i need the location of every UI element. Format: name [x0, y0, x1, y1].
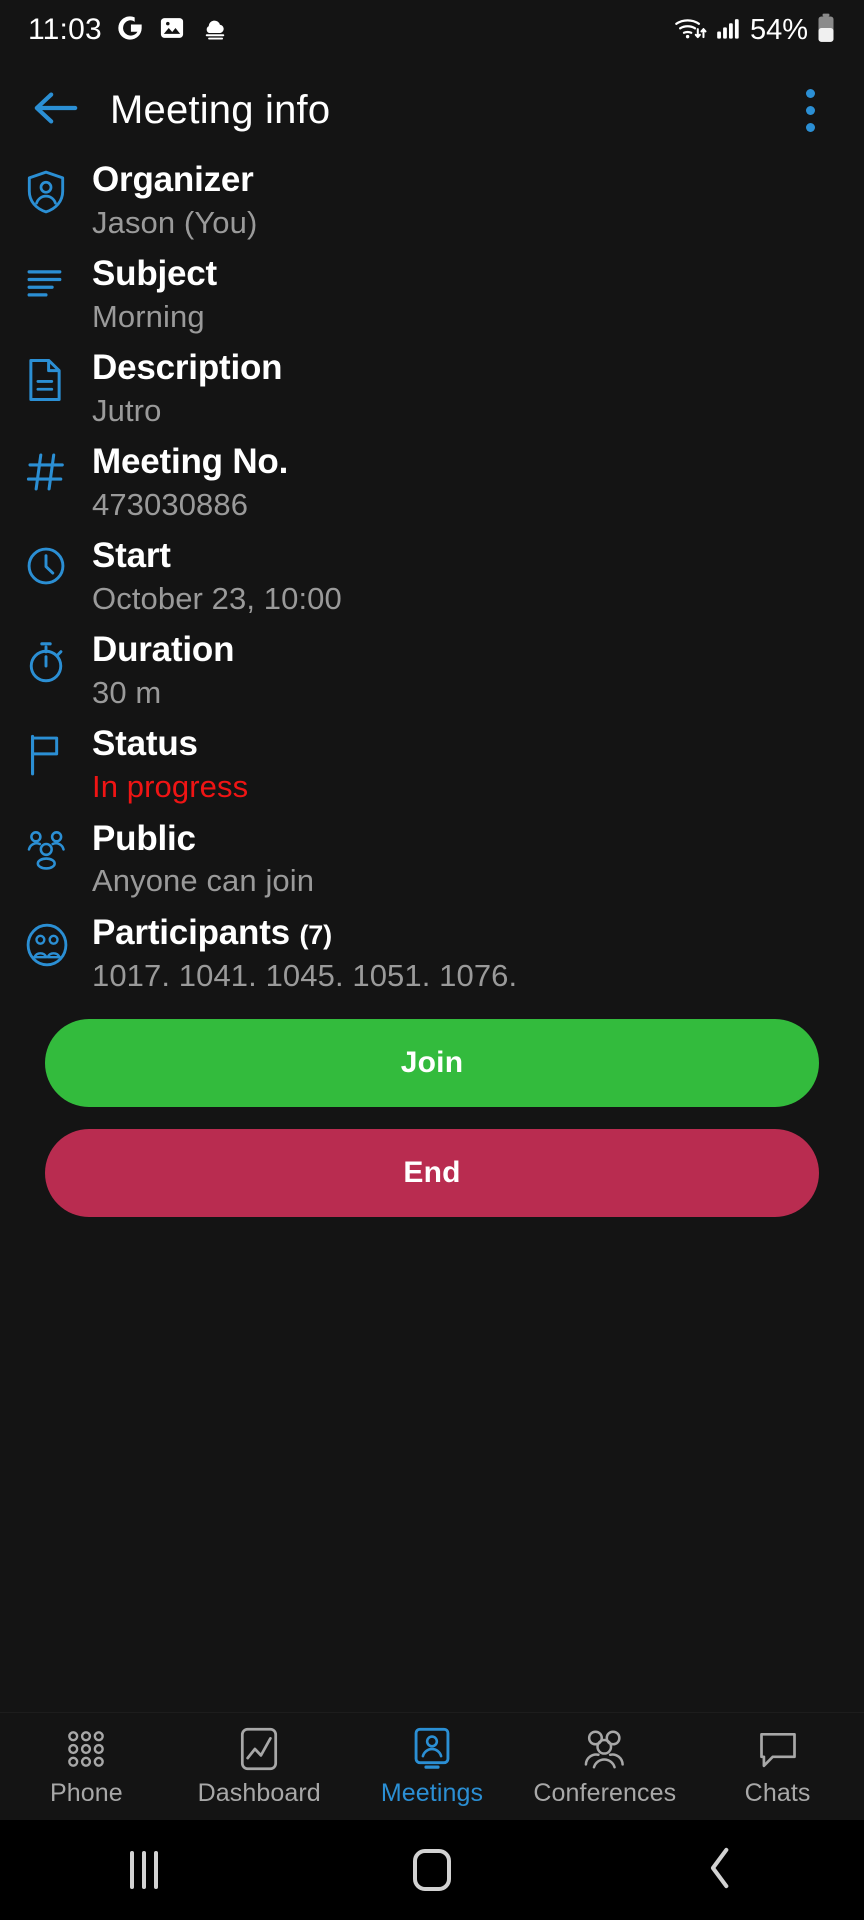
info-body: Status In progress: [82, 724, 838, 805]
chart-icon: [239, 1726, 279, 1772]
home-icon: [413, 1849, 451, 1891]
info-body: Organizer Jason (You): [82, 160, 838, 241]
clock-icon: [26, 536, 82, 617]
tab-conferences[interactable]: Conferences: [518, 1713, 691, 1820]
home-button[interactable]: [288, 1849, 576, 1891]
tab-label: Meetings: [380, 1778, 484, 1807]
participants-label-text: Participants: [92, 912, 290, 952]
overflow-menu-button[interactable]: [782, 80, 838, 140]
info-label: Subject: [92, 254, 218, 294]
stopwatch-icon: [26, 630, 82, 711]
info-label: Duration: [92, 630, 235, 670]
info-row-public[interactable]: Public Anyone can join: [0, 819, 864, 900]
info-row-subject[interactable]: Subject Morning: [0, 254, 864, 335]
info-row-start[interactable]: Start October 23, 10:00: [0, 536, 864, 617]
info-value: Anyone can join: [92, 863, 315, 899]
info-value: 473030886: [92, 487, 249, 523]
recents-button[interactable]: [0, 1851, 288, 1889]
bottom-tab-bar: Phone Dashboard Meetings Conferences Cha…: [0, 1712, 864, 1820]
info-label: Participants (7): [92, 913, 838, 953]
phone-screen: 11:03 54% Meeting info Organizer Jason (…: [0, 0, 864, 1920]
conference-icon: [583, 1726, 627, 1772]
tab-phone[interactable]: Phone: [0, 1713, 173, 1820]
app-header: Meeting info: [0, 60, 864, 160]
info-body: Subject Morning: [82, 254, 838, 335]
more-vertical-icon-dot: [805, 122, 815, 132]
info-row-description[interactable]: Description Jutro: [0, 348, 864, 429]
system-navigation-bar: [0, 1820, 864, 1920]
info-value: Jutro: [92, 393, 162, 429]
meeting-info-list: Organizer Jason (You) Subject Morning De…: [0, 160, 864, 1712]
info-body: Description Jutro: [82, 348, 838, 429]
google-icon: [116, 14, 144, 47]
info-label: Start: [92, 536, 171, 576]
tab-chats[interactable]: Chats: [691, 1713, 864, 1820]
info-row-meeting-number[interactable]: Meeting No. 473030886: [0, 442, 864, 523]
hash-icon: [26, 442, 82, 523]
status-bar-clock: 11:03: [28, 13, 102, 46]
tab-dashboard[interactable]: Dashboard: [173, 1713, 346, 1820]
page-title: Meeting info: [110, 87, 331, 132]
text-lines-icon: [26, 254, 82, 335]
info-row-duration[interactable]: Duration 30 m: [0, 630, 864, 711]
info-label: Meeting No.: [92, 442, 289, 482]
wifi-icon: [674, 14, 708, 47]
more-vertical-icon-dot: [805, 88, 815, 98]
info-value: October 23, 10:00: [92, 581, 342, 617]
group-people-icon: [26, 819, 82, 900]
recents-icon: [130, 1851, 158, 1889]
info-row-organizer[interactable]: Organizer Jason (You): [0, 160, 864, 241]
back-button[interactable]: [26, 80, 86, 140]
end-button[interactable]: End: [45, 1128, 819, 1217]
back-arrow-icon: [32, 88, 80, 133]
info-body: Duration 30 m: [82, 630, 838, 711]
status-bar: 11:03 54%: [0, 0, 864, 60]
status-bar-right: 54%: [674, 13, 836, 48]
info-body: Start October 23, 10:00: [82, 536, 838, 617]
weather-cloud-icon: [200, 14, 230, 47]
more-vertical-icon-dot: [805, 105, 815, 115]
info-row-status[interactable]: Status In progress: [0, 724, 864, 805]
info-label: Status: [92, 724, 198, 764]
flag-icon: [26, 724, 82, 805]
info-body: Participants (7) 1017. 1041. 1045. 1051.…: [82, 913, 838, 994]
tab-label: Chats: [744, 1778, 811, 1807]
info-label: Public: [92, 818, 196, 858]
tab-meetings[interactable]: Meetings: [346, 1713, 519, 1820]
info-value: Morning: [92, 298, 205, 334]
meeting-icon: [412, 1726, 452, 1772]
document-icon: [26, 348, 82, 429]
info-value: 30 m: [92, 675, 162, 711]
participants-count: (7): [299, 919, 332, 950]
chat-bubble-icon: [757, 1726, 799, 1772]
battery-percentage: 54%: [749, 13, 808, 46]
info-value: Jason (You): [92, 204, 258, 240]
participants-circle-icon: [26, 913, 82, 994]
tab-label: Dashboard: [197, 1778, 321, 1807]
dialpad-icon: [65, 1726, 107, 1772]
status-badge: In progress: [92, 769, 249, 805]
info-body: Public Anyone can join: [82, 819, 838, 900]
system-back-button[interactable]: [576, 1846, 864, 1895]
status-bar-left: 11:03: [28, 13, 230, 47]
participants-value: 1017. 1041. 1045. 1051. 1076.: [92, 957, 518, 993]
tab-label: Conferences: [533, 1778, 677, 1807]
battery-icon: [816, 13, 836, 48]
info-label: Organizer: [92, 160, 254, 199]
photo-icon: [158, 14, 186, 47]
info-row-participants[interactable]: Participants (7) 1017. 1041. 1045. 1051.…: [0, 913, 864, 994]
action-buttons: Join End: [0, 1007, 864, 1217]
shield-person-icon: [26, 160, 82, 241]
info-body: Meeting No. 473030886: [82, 442, 838, 523]
join-button[interactable]: Join: [45, 1018, 819, 1107]
system-back-icon: [707, 1846, 733, 1895]
tab-label: Phone: [50, 1778, 123, 1807]
cellular-signal-icon: [716, 15, 742, 46]
info-label: Description: [92, 348, 283, 388]
